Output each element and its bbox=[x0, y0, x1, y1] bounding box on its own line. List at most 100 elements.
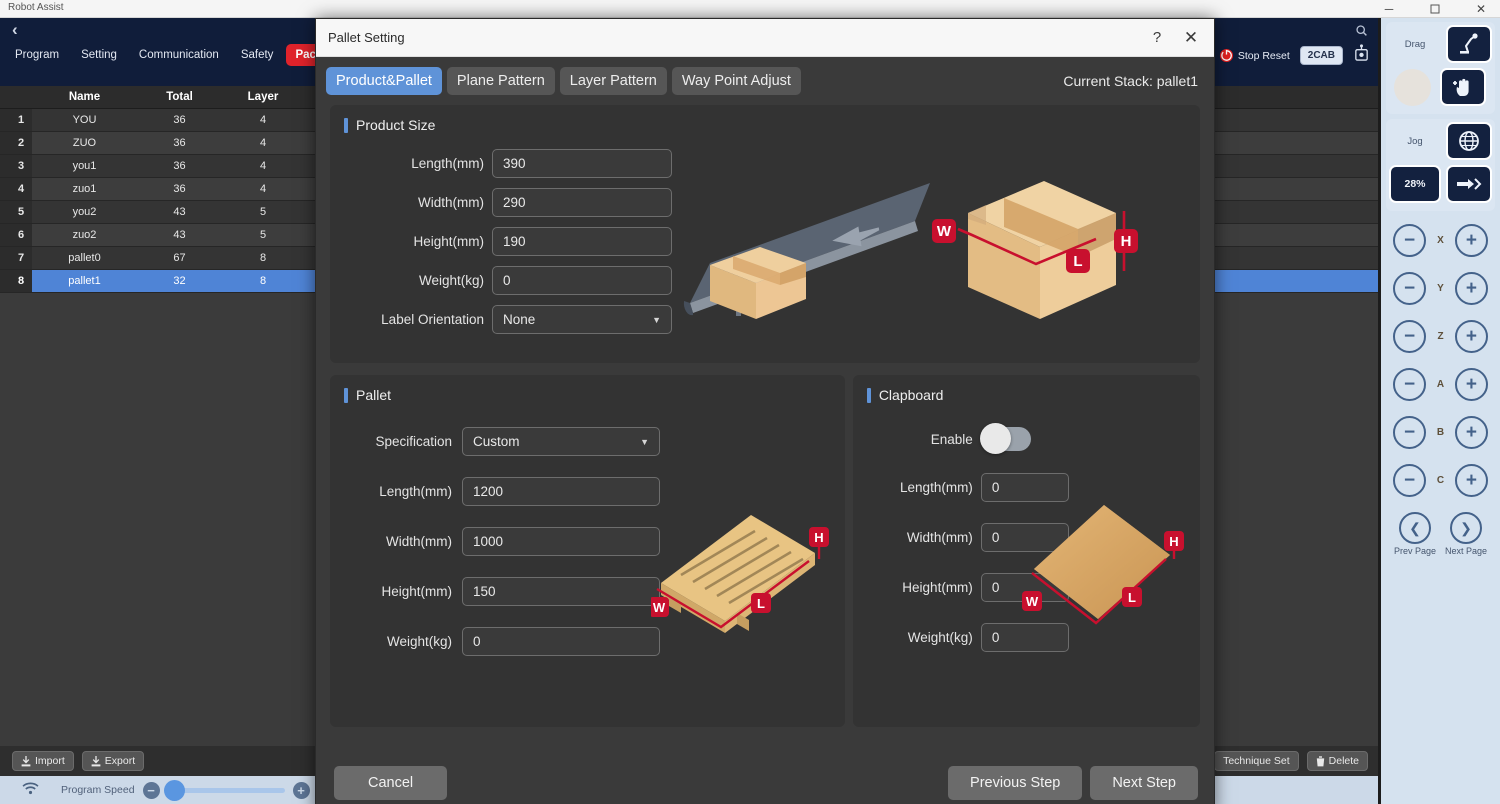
clapboard-height-label: Height(mm) bbox=[902, 580, 973, 595]
pallet-length-input[interactable]: 1200 bbox=[462, 477, 660, 506]
right-control-sidebar: Drag Jog 28% − X + − Y + − Z + − A + − B… bbox=[1378, 18, 1500, 804]
next-step-button[interactable]: Next Step bbox=[1090, 766, 1198, 800]
drag-row-2 bbox=[1389, 68, 1492, 106]
maximize-icon[interactable] bbox=[1422, 0, 1448, 18]
trash-icon bbox=[1316, 755, 1324, 766]
product-weight-label: Weight(kg) bbox=[418, 273, 484, 288]
tab-way-point-adjust[interactable]: Way Point Adjust bbox=[671, 67, 801, 95]
cell-total: 36 bbox=[137, 177, 222, 201]
axis-a-minus-button[interactable]: − bbox=[1393, 367, 1426, 401]
prev-page-control[interactable]: ❮ Prev Page bbox=[1394, 512, 1436, 556]
slider-handle[interactable] bbox=[163, 779, 185, 801]
axis-z-minus-button[interactable]: − bbox=[1393, 319, 1426, 353]
axis-c-plus-button[interactable]: + bbox=[1454, 463, 1488, 497]
product-length-input[interactable]: 390 bbox=[492, 149, 672, 178]
toolbar-stop-reset-label: Stop Reset bbox=[1237, 49, 1290, 62]
minimize-icon[interactable]: ─ bbox=[1376, 0, 1402, 18]
axis-c-minus-button[interactable]: − bbox=[1393, 463, 1426, 497]
cell-total: 43 bbox=[137, 200, 222, 224]
nav-item-safety[interactable]: Safety bbox=[232, 44, 283, 66]
jog-fast-forward-button[interactable] bbox=[1446, 165, 1492, 203]
status-badge-2cab[interactable]: 2CAB bbox=[1299, 46, 1343, 65]
delete-label: Delete bbox=[1328, 755, 1359, 767]
next-page-control[interactable]: ❯ Next Page bbox=[1445, 512, 1487, 556]
axis-row-y: − Y + bbox=[1386, 264, 1495, 312]
help-button[interactable]: ? bbox=[1140, 19, 1174, 57]
pallet-weight-input[interactable]: 0 bbox=[462, 627, 660, 656]
search-icon[interactable] bbox=[1355, 24, 1368, 40]
action-bar-right: Technique Set Delete bbox=[1214, 751, 1368, 771]
clapboard-enable-toggle[interactable] bbox=[979, 423, 1031, 454]
back-icon[interactable]: ‹ bbox=[12, 20, 18, 40]
nav-item-communication[interactable]: Communication bbox=[130, 44, 228, 66]
os-window-title: Robot Assist bbox=[8, 2, 64, 13]
coordinate-system-button[interactable] bbox=[1446, 122, 1492, 160]
axis-a-plus-button[interactable]: + bbox=[1454, 367, 1488, 401]
pallet-height-label: Height(mm) bbox=[381, 584, 452, 599]
product-illustration: W H L bbox=[683, 181, 1138, 319]
label-orientation-row: Label Orientation None ▼ bbox=[340, 305, 672, 334]
program-speed-label: Program Speed bbox=[61, 784, 135, 796]
previous-step-button[interactable]: Previous Step bbox=[948, 766, 1083, 800]
cell-total: 36 bbox=[137, 108, 222, 132]
pallet-width-input[interactable]: 1000 bbox=[462, 527, 660, 556]
axis-y-minus-button[interactable]: − bbox=[1393, 271, 1426, 305]
app-shell: ‹ Program Setting Communication Safety P… bbox=[0, 18, 1500, 804]
maximize-glyph bbox=[1430, 4, 1440, 14]
cell-name: pallet0 bbox=[32, 246, 137, 270]
axis-x-label: X bbox=[1437, 234, 1444, 246]
axis-y-plus-button[interactable]: + bbox=[1454, 271, 1488, 305]
product-height-input[interactable]: 190 bbox=[492, 227, 672, 256]
product-weight-input[interactable]: 0 bbox=[492, 266, 672, 295]
tab-product-pallet[interactable]: Product&Pallet bbox=[326, 67, 442, 95]
axis-x-plus-button[interactable]: + bbox=[1454, 223, 1488, 257]
wifi-icon[interactable] bbox=[22, 782, 39, 798]
delete-button[interactable]: Delete bbox=[1306, 751, 1368, 771]
clapboard-dim-w-label: W bbox=[1026, 594, 1039, 609]
nav-item-program[interactable]: Program bbox=[6, 44, 68, 66]
product-dim-l-label: L bbox=[1073, 253, 1082, 270]
cancel-button[interactable]: Cancel bbox=[334, 766, 448, 800]
nav-item-setting[interactable]: Setting bbox=[72, 44, 126, 66]
axis-row-z: − Z + bbox=[1386, 312, 1495, 360]
chevron-right-icon[interactable]: ❯ bbox=[1449, 512, 1482, 544]
robot-arm-button[interactable] bbox=[1446, 25, 1492, 63]
axis-c-label: C bbox=[1436, 474, 1445, 486]
pallet-height-input[interactable]: 150 bbox=[462, 577, 660, 606]
pallet-dim-l-label: L bbox=[757, 596, 765, 611]
app-root: Robot Assist ─ ✕ ‹ Program Setting Commu… bbox=[0, 0, 1500, 804]
add-hand-icon bbox=[1453, 78, 1469, 96]
pallet-width-label: Width(mm) bbox=[386, 534, 452, 549]
label-orientation-select[interactable]: None ▼ bbox=[492, 305, 672, 334]
close-icon[interactable]: ✕ bbox=[1468, 0, 1494, 18]
pallet-weight-row: Weight(kg) 0 bbox=[344, 627, 660, 656]
export-label: Export bbox=[104, 755, 136, 767]
action-bar-left: Import Export bbox=[12, 751, 145, 771]
tab-plane-pattern[interactable]: Plane Pattern bbox=[446, 67, 555, 95]
cell-layer: 4 bbox=[222, 108, 304, 132]
axis-b-label: B bbox=[1436, 426, 1445, 438]
pallet-specification-select[interactable]: Custom ▼ bbox=[462, 427, 660, 456]
robot-icon[interactable] bbox=[1353, 44, 1370, 67]
technique-set-button[interactable]: Technique Set bbox=[1214, 751, 1299, 771]
tab-layer-pattern[interactable]: Layer Pattern bbox=[559, 67, 667, 95]
program-speed-slider[interactable] bbox=[163, 779, 285, 801]
speed-decrease-button[interactable]: − bbox=[142, 781, 160, 799]
add-point-button[interactable] bbox=[1440, 68, 1486, 106]
axis-b-plus-button[interactable]: + bbox=[1454, 415, 1488, 449]
axis-z-plus-button[interactable]: + bbox=[1454, 319, 1488, 353]
footer-right-buttons: Previous Step Next Step bbox=[948, 766, 1198, 800]
import-button[interactable]: Import bbox=[12, 751, 74, 771]
cell-name: pallet1 bbox=[32, 269, 137, 293]
technique-set-label: Technique Set bbox=[1223, 755, 1290, 767]
dialog-close-button[interactable]: ✕ bbox=[1174, 19, 1208, 57]
axis-x-minus-button[interactable]: − bbox=[1393, 223, 1426, 257]
cell-layer: 8 bbox=[222, 246, 304, 270]
speed-increase-button[interactable]: + bbox=[292, 781, 310, 799]
jog-speed-button[interactable]: 28% bbox=[1389, 165, 1441, 203]
axis-b-minus-button[interactable]: − bbox=[1393, 415, 1426, 449]
export-button[interactable]: Export bbox=[81, 751, 145, 771]
toolbar-stop-reset[interactable]: Stop Reset bbox=[1219, 48, 1290, 63]
product-width-input[interactable]: 290 bbox=[492, 188, 672, 217]
chevron-left-icon[interactable]: ❮ bbox=[1399, 512, 1432, 544]
